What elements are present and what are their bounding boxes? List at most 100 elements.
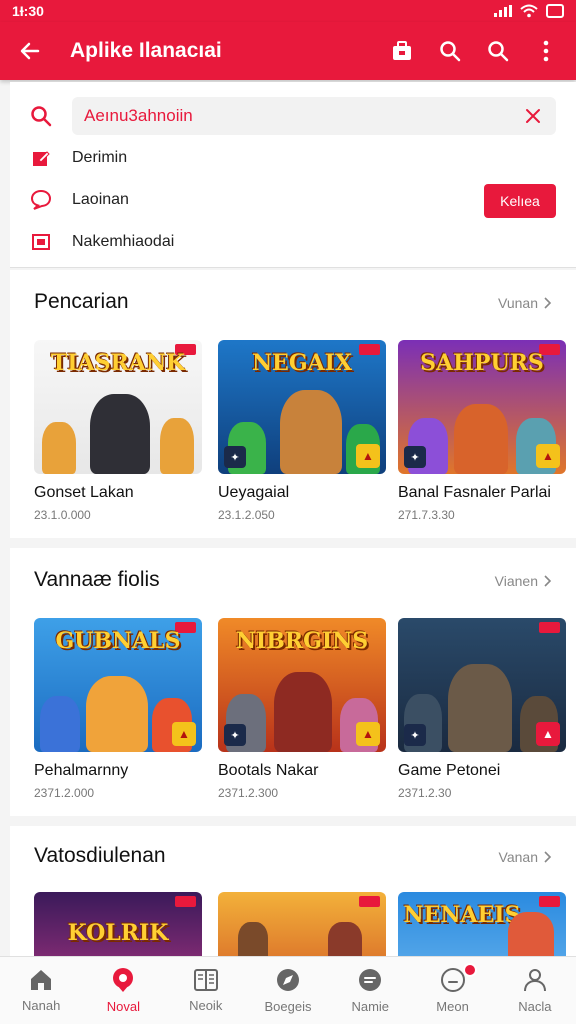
see-all-label: Vianen [494,573,538,589]
search-field [72,97,556,135]
game-card[interactable]: ✦ ▲ Game Petonei 2371.2.30 [398,618,566,800]
section-title: Vannaæ fiolis [34,568,160,591]
chevron-right-icon [544,851,552,863]
edit-icon [33,151,50,166]
character-figure [448,664,512,752]
tab-label: Namie [351,999,390,1014]
character-figure [160,418,194,474]
game-logo: KOLRIK [67,920,169,946]
see-all-link[interactable]: Vianen [495,573,552,589]
rating-badge: ▲ [536,722,560,746]
back-button[interactable] [0,22,60,80]
rating-badge: ▲ [356,444,380,468]
option-row-3[interactable]: Nakemhiaodai [10,224,576,260]
see-all-label: Vanan [498,849,538,865]
game-card[interactable]: KOLRIK [34,892,202,956]
option-row-1[interactable]: Derimin [10,140,576,176]
game-card[interactable]: NENAEIS [398,892,566,956]
book-icon [193,969,218,991]
tab-noval[interactable]: Noval [82,957,164,1024]
see-all-link[interactable]: Vanan [499,849,552,865]
game-title: Ueyagaial [218,484,290,501]
section-3: Vatosdiulenan Vanan KOLRIK NENAEIS [10,826,576,956]
tab-label: Neoik [189,998,223,1013]
tab-label: Meon [436,999,469,1014]
section-title: Pencarian [34,290,129,313]
profile-icon [523,969,546,992]
thumbnail-tag [358,896,380,907]
clear-search-button[interactable] [522,105,544,127]
game-logo: NEGAIX [251,350,353,376]
platform-badge: ✦ [224,724,246,746]
store-icon [393,41,411,60]
tab-namie[interactable]: Namie [329,957,411,1024]
character-figure [454,404,508,474]
wifi-icon [520,4,539,18]
tab-neoik[interactable]: Neoik [165,957,247,1024]
image-icon [32,234,50,250]
rating-badge: ▲ [172,722,196,746]
platform-badge: ✦ [224,446,246,468]
option-label: Laoinan [72,191,129,208]
search-panel: Derimin Laoinan Nakemhiaodai Kelıea [10,82,576,268]
rating-badge: ▲ [536,444,560,468]
see-all-link[interactable]: Vunan [498,295,552,311]
game-card[interactable]: GUBNALS ▲ Pehalmarnny 2371.2.000 [34,618,202,800]
character-figure [90,394,150,474]
game-logo: SAHPURS [420,350,544,376]
chat-bubble-icon [30,189,52,210]
search-icon [440,41,461,62]
search-row [10,96,576,136]
status-bar: 1Ɨ:30 [0,0,576,22]
search-icon [488,41,509,62]
tab-meon[interactable]: Meon [411,957,493,1024]
rating-badge: ▲ [356,722,380,746]
platform-badge: ✦ [404,446,426,468]
game-thumbnail: NENAEIS [398,892,566,956]
game-title: Banal Fasnaler Parlai [398,484,551,501]
game-date: 2371.2.30 [398,786,452,800]
tab-label: Boegeis [264,999,312,1014]
game-card[interactable] [218,892,386,956]
bottom-navigation: Nanah Noval Neoik Boegeis Namie Meon Nac… [0,956,576,1024]
game-card[interactable]: TIASRANK Gonset Lakan 23.1.0.000 [34,340,202,522]
game-date: 23.1.2.050 [218,508,275,522]
chevron-right-icon [544,575,552,587]
game-date: 271.7.3.30 [398,508,455,522]
notification-bell-icon [440,968,465,992]
store-button[interactable] [382,31,422,71]
character-figure [508,912,554,956]
arrow-back-icon [20,42,40,60]
game-logo: GUBNALS [55,628,181,654]
more-options-button[interactable] [526,31,566,71]
game-card[interactable]: NIBRGINS ✦ ▲ Bootals Nakar 2371.2.300 [218,618,386,800]
compass-icon [276,969,299,991]
game-title: Game Petonei [398,762,501,779]
page-title: Aplike Ilanacıai [70,39,222,62]
section-2: Vannaæ fiolis Vianen GUBNALS ▲ Pehalmarn… [10,548,576,816]
tab-label: Noval [106,999,141,1014]
game-thumbnail: NIBRGINS ✦ ▲ [218,618,386,752]
thumbnail-tag [538,622,560,633]
tab-nacla[interactable]: Nacla [494,957,576,1024]
search-input[interactable] [84,106,522,126]
tab-nanah[interactable]: Nanah [0,957,82,1024]
game-card[interactable]: NEGAIX ✦ ▲ Ueyagaial 23.1.2.050 [218,340,386,522]
game-card[interactable]: SAHPURS ✦ ▲ Banal Fasnaler Parlai 271.7.… [398,340,566,522]
action-button[interactable]: Kelıea [484,184,556,218]
game-logo: NIBRGINS [235,628,369,654]
home-icon [31,970,52,990]
search-button[interactable] [430,31,470,71]
game-thumbnail: NEGAIX ✦ ▲ [218,340,386,474]
close-icon [526,109,540,123]
status-icons [494,4,564,18]
search-button-2[interactable] [478,31,518,71]
game-title: Gonset Lakan [34,484,134,501]
tab-boegeis[interactable]: Boegeis [247,957,329,1024]
character-figure [274,672,332,752]
more-vert-icon [543,40,549,62]
battery-icon [546,4,564,18]
platform-badge: ✦ [404,724,426,746]
signal-icon [494,5,513,17]
location-pin-icon [113,968,134,992]
